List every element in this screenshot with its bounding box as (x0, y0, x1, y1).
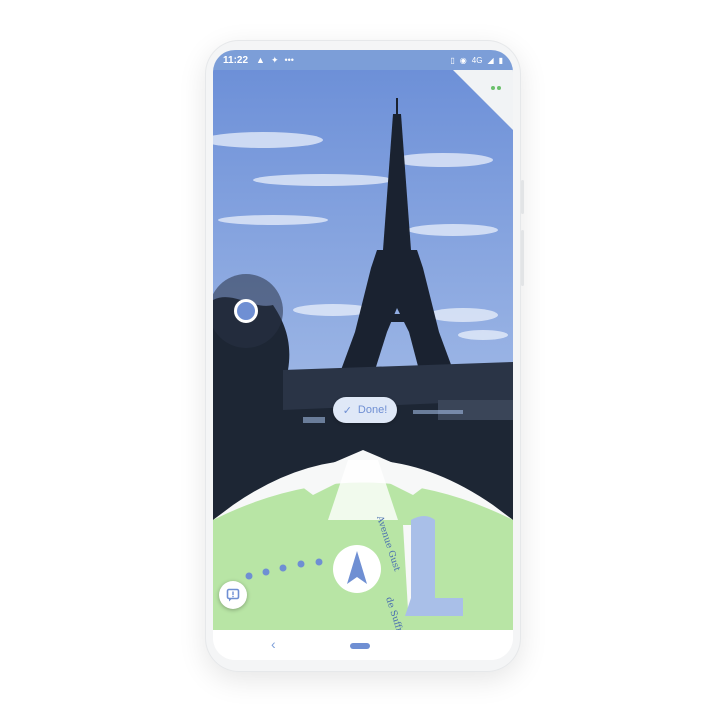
home-pill-icon[interactable] (350, 643, 370, 649)
done-button[interactable]: ✓ Done! (333, 397, 397, 423)
phone-frame: Avenue Gust de Suffr 11:22 ▲ ✦ ••• ▯ ◉ 4… (205, 40, 524, 672)
volume-button (521, 180, 524, 214)
feedback-button[interactable] (219, 581, 247, 609)
status-time: 11:22 (223, 54, 249, 66)
phone-screen: Avenue Gust de Suffr 11:22 ▲ ✦ ••• ▯ ◉ 4… (213, 50, 513, 660)
feedback-icon (226, 588, 240, 602)
status-bar: 11:22 ▲ ✦ ••• ▯ ◉ 4G ◢ ▮ (213, 50, 513, 70)
eye-icon (234, 299, 258, 323)
check-icon: ✓ (342, 404, 352, 417)
battery-icon: ▮ (498, 55, 503, 65)
network-type: 4G (471, 55, 483, 65)
system-nav-bar: ‹ (213, 630, 513, 660)
back-chevron-icon[interactable]: ‹ (271, 636, 276, 652)
cell-signal-icon: ◢ (487, 55, 494, 65)
done-label: Done! (357, 404, 388, 416)
navigation-arrow-icon: ▲ (256, 55, 265, 65)
location-icon: ◉ (459, 55, 467, 65)
power-button (521, 230, 524, 286)
signal-icon: ✦ (270, 54, 279, 65)
vibrate-icon: ▯ (450, 55, 455, 65)
more-dots-icon: ••• (284, 55, 294, 65)
